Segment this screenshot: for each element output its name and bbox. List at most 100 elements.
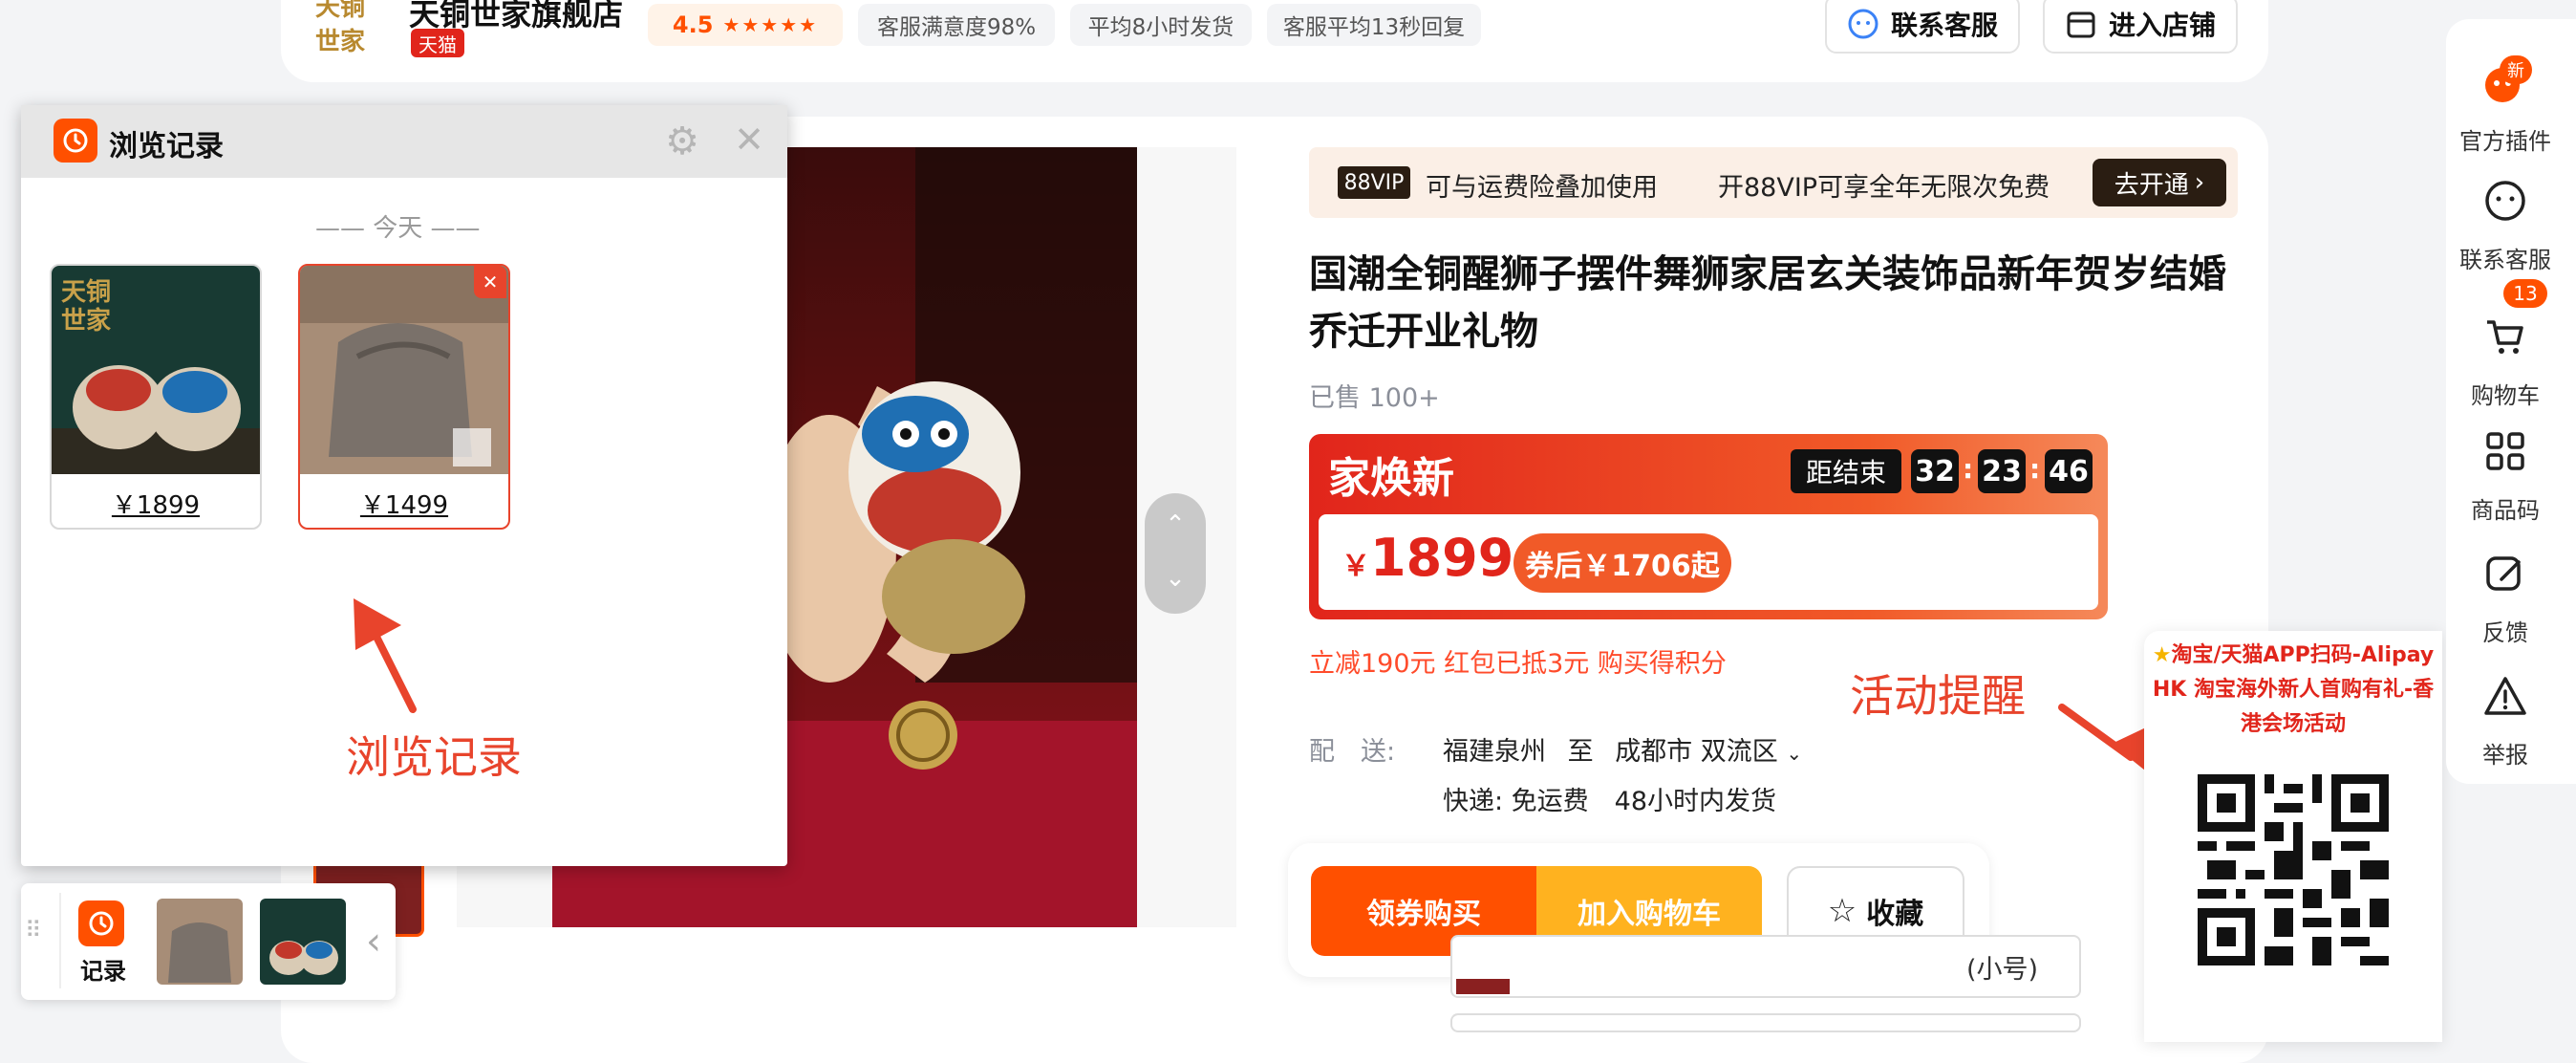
svg-text:世家: 世家	[61, 306, 111, 336]
countdown-label-text: 距结束	[1805, 457, 1886, 488]
grid-code-icon	[2479, 424, 2532, 478]
close-icon[interactable]: ✕	[728, 119, 770, 161]
price-value: 1899	[1370, 528, 1514, 588]
sidebar-item-cart[interactable]: 购物车	[2448, 310, 2563, 410]
coupon-buy-label: 领券购买	[1366, 898, 1481, 931]
dock-thumb[interactable]	[157, 899, 243, 985]
sold-count: 已售 100+	[1309, 383, 1440, 413]
variant-option-text: (小号)	[1966, 955, 2039, 985]
activity-description: 淘宝/天猫APP扫码-AlipayHK 淘宝海外新人首购有礼-香港会场活动	[2152, 643, 2435, 736]
countdown-hours: 32	[1911, 449, 1959, 493]
shipping-express: 快递: 免运费 48小时内发货	[1443, 787, 1777, 816]
sidebar-label: 联系客服	[2459, 247, 2551, 273]
sidebar-item-report[interactable]: 举报	[2448, 669, 2563, 770]
shipping-to-word: 至	[1567, 737, 1594, 767]
history-item-price: ￥1899	[111, 491, 201, 520]
vip-text-secondary: 开88VIP可享全年无限次免费	[1718, 173, 2050, 203]
tmall-badge: 天猫	[411, 29, 464, 57]
store-logo[interactable]: 天铜 世家	[310, 0, 382, 61]
warning-icon	[2479, 669, 2532, 723]
shipping-destination[interactable]: 成都市 双流区	[1615, 737, 1778, 767]
countdown-sep: :	[1963, 453, 1974, 485]
dock-divider	[59, 893, 61, 988]
countdown: 32 : 23 : 46	[1911, 449, 2093, 493]
cart-icon	[2479, 310, 2532, 363]
add-to-cart-label: 加入购物车	[1578, 898, 1721, 931]
enter-store-label: 进入店铺	[2108, 10, 2216, 41]
promo-title: 家焕新	[1328, 454, 1454, 503]
history-item[interactable]: ￥1499	[298, 264, 510, 530]
countdown-minutes: 23	[1978, 449, 2026, 493]
drag-handle-icon[interactable]: ⠿	[25, 919, 48, 964]
dock-label: 记录	[80, 958, 126, 985]
activity-annotation: 活动提醒	[1850, 670, 2026, 722]
vip-badge: 88VIP	[1338, 166, 1410, 199]
history-item-image: 天铜 世家	[52, 266, 260, 474]
history-item[interactable]: 天铜 世家 ￥1899	[50, 264, 262, 530]
gallery-scroll-control[interactable]: ⌃ ⌄	[1145, 493, 1206, 614]
chevron-left-icon[interactable]: ‹	[357, 916, 390, 967]
qr-code[interactable]	[2198, 774, 2389, 965]
product-title-line1: 国潮全铜醒狮子摆件舞狮家居玄关装饰品新年贺岁结婚	[1309, 252, 2226, 296]
sidebar-label: 商品码	[2471, 497, 2540, 524]
cart-count-badge: 13	[2503, 279, 2547, 308]
remove-item-icon[interactable]: ✕	[474, 266, 506, 298]
vip-activate-button[interactable]: 去开通 ›	[2093, 159, 2226, 206]
coupon-price-badge[interactable]: 券后￥1706起	[1513, 533, 1731, 593]
discount-text: 立减190元 红包已抵3元 购买得积分	[1309, 649, 1727, 679]
history-item-price: ￥1499	[359, 491, 449, 520]
star-icon: ★	[2152, 643, 2172, 667]
star-icon: ☆	[1827, 892, 1857, 930]
store-icon	[2065, 8, 2097, 40]
rating-value: 4.5	[672, 11, 714, 38]
contact-service-label: 联系客服	[1890, 10, 1998, 41]
favorite-label: 收藏	[1866, 898, 1924, 931]
sidebar-item-product-code[interactable]: 商品码	[2448, 424, 2563, 525]
vip-activate-label: 去开通	[2114, 170, 2189, 200]
shipping-from: 福建泉州	[1443, 737, 1546, 767]
dock-thumb[interactable]	[260, 899, 346, 985]
metric-satisfaction: 客服满意度98%	[858, 4, 1055, 46]
metric-reply: 客服平均13秒回复	[1267, 4, 1481, 46]
history-section-label: —— 今天 ——	[315, 214, 481, 243]
sidebar-label: 购物车	[2471, 382, 2540, 409]
metric-shipping: 平均8小时发货	[1070, 4, 1252, 46]
service-icon	[1847, 8, 1879, 40]
svg-text:世家: 世家	[315, 27, 365, 56]
edit-icon	[2479, 547, 2532, 600]
product-title-line2: 乔迁开业礼物	[1309, 310, 1538, 354]
variant-thumb	[1456, 979, 1510, 994]
sidebar-label: 官方插件	[2459, 128, 2551, 155]
enter-store-button[interactable]: 进入店铺	[2043, 0, 2238, 54]
sidebar-label: 举报	[2482, 742, 2528, 769]
history-panel-title: 浏览记录	[109, 130, 224, 163]
history-annotation: 浏览记录	[346, 731, 522, 783]
variant-option[interactable]	[1450, 1013, 2081, 1032]
vip-text-primary: 可与运费险叠加使用	[1426, 173, 1658, 203]
gear-icon[interactable]: ⚙	[659, 119, 705, 163]
price-symbol: ￥	[1342, 550, 1370, 583]
chevron-down-icon[interactable]: ⌄	[1786, 742, 1802, 765]
promo-price: ￥1899起	[1342, 528, 1540, 588]
history-annotation-arrow-icon	[346, 595, 432, 719]
dock-history-icon[interactable]	[78, 900, 124, 946]
history-clock-icon	[54, 119, 97, 163]
countdown-seconds: 46	[2045, 449, 2093, 493]
new-badge: 新	[2500, 55, 2532, 84]
activity-text: ★淘宝/天猫APP扫码-AlipayHK 淘宝海外新人首购有礼-香港会场活动	[2152, 639, 2435, 742]
sidebar-item-service[interactable]: 联系客服	[2448, 174, 2563, 274]
service-icon	[2479, 174, 2532, 228]
sidebar-label: 反馈	[2482, 619, 2528, 646]
rating-stars-icon: ★★★★★	[722, 13, 819, 36]
shipping-label: 配 送:	[1309, 737, 1396, 767]
countdown-sep: :	[2029, 453, 2041, 485]
sidebar-item-feedback[interactable]: 反馈	[2448, 547, 2563, 647]
contact-service-button[interactable]: 联系客服	[1825, 0, 2020, 54]
chevron-up-icon[interactable]: ⌃	[1145, 503, 1206, 547]
chevron-right-icon: ›	[2194, 168, 2205, 197]
svg-text:天铜: 天铜	[315, 0, 365, 22]
svg-text:天铜: 天铜	[61, 278, 111, 307]
store-rating: 4.5 ★★★★★	[648, 4, 843, 46]
countdown-label: 距结束	[1791, 449, 1901, 493]
chevron-down-icon[interactable]: ⌄	[1145, 556, 1206, 600]
